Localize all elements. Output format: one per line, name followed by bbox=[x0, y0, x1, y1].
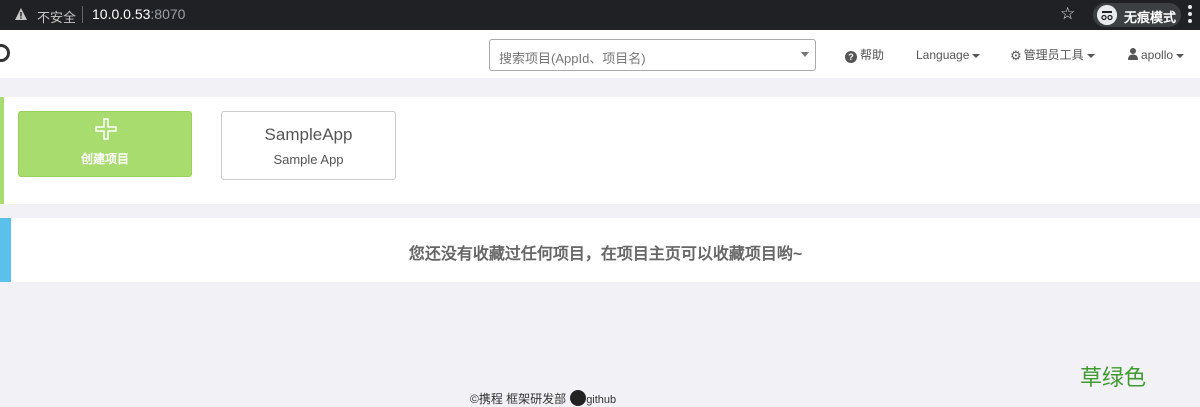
address-bar[interactable]: 10.0.0.53:8070 bbox=[92, 6, 185, 22]
language-dropdown[interactable]: Language bbox=[916, 47, 981, 63]
github-icon[interactable] bbox=[570, 390, 587, 406]
user-dropdown[interactable]: apollo bbox=[1128, 47, 1185, 63]
footer: ©携程 框架研发部 github bbox=[470, 390, 616, 407]
search-input[interactable]: 搜索项目(AppId、项目名) bbox=[489, 39, 816, 71]
chevron-down-icon bbox=[801, 52, 809, 57]
footer-copyright: 携程 框架研发部 bbox=[478, 392, 567, 406]
github-link[interactable]: github bbox=[586, 394, 616, 406]
copyright-icon: © bbox=[470, 392, 479, 406]
browser-toolbar: 不安全 10.0.0.53:8070 ☆ 无痕模式 bbox=[0, 0, 1200, 30]
admin-tools-dropdown[interactable]: ⚙ 管理员工具 bbox=[1010, 47, 1095, 63]
chevron-down-icon bbox=[1086, 53, 1095, 58]
user-icon bbox=[1128, 48, 1138, 60]
insecure-label[interactable]: 不安全 bbox=[37, 7, 76, 26]
plus-icon bbox=[95, 118, 117, 140]
help-label: 帮助 bbox=[860, 48, 885, 62]
top-navbar: 搜索项目(AppId、项目名) ? 帮助 Language ⚙ 管理员工具 apol… bbox=[0, 30, 1200, 78]
create-app-button[interactable]: 创建项目 bbox=[18, 111, 192, 177]
create-app-label: 创建项目 bbox=[80, 152, 129, 166]
search-placeholder: 搜索项目(AppId、项目名) bbox=[499, 51, 646, 66]
app-card-sampleapp[interactable]: SampleApp Sample App bbox=[221, 111, 396, 180]
question-circle-icon: ? bbox=[845, 51, 857, 63]
incognito-badge[interactable]: 无痕模式 bbox=[1093, 3, 1181, 27]
chevron-down-icon bbox=[972, 53, 981, 58]
favorites-panel: 您还没有收藏过任何项目，在项目主页可以收藏项目哟~ bbox=[0, 218, 1200, 282]
annotation-text: 草绿色 bbox=[1080, 365, 1147, 390]
language-label: Language bbox=[916, 48, 970, 62]
browser-menu-icon[interactable] bbox=[1188, 5, 1194, 25]
admin-tools-label: 管理员工具 bbox=[1023, 48, 1084, 62]
url-host: 10.0.0.53 bbox=[92, 6, 151, 22]
incognito-icon bbox=[1097, 5, 1117, 25]
gear-icon: ⚙ bbox=[1010, 48, 1022, 63]
logo-icon[interactable] bbox=[0, 44, 10, 62]
incognito-label: 无痕模式 bbox=[1124, 10, 1177, 25]
my-apps-panel: 创建项目 SampleApp Sample App bbox=[0, 97, 1200, 204]
help-link[interactable]: ? 帮助 bbox=[845, 47, 884, 63]
address-separator bbox=[82, 6, 83, 23]
user-label: apollo bbox=[1141, 48, 1174, 62]
app-id: SampleApp bbox=[264, 125, 353, 144]
url-port: :8070 bbox=[150, 6, 186, 22]
bookmark-star-icon[interactable]: ☆ bbox=[1060, 4, 1075, 24]
warning-icon[interactable] bbox=[14, 7, 28, 21]
app-name: Sample App bbox=[273, 152, 344, 167]
favorites-empty-message: 您还没有收藏过任何项目，在项目主页可以收藏项目哟~ bbox=[408, 246, 803, 263]
chevron-down-icon bbox=[1176, 53, 1185, 58]
